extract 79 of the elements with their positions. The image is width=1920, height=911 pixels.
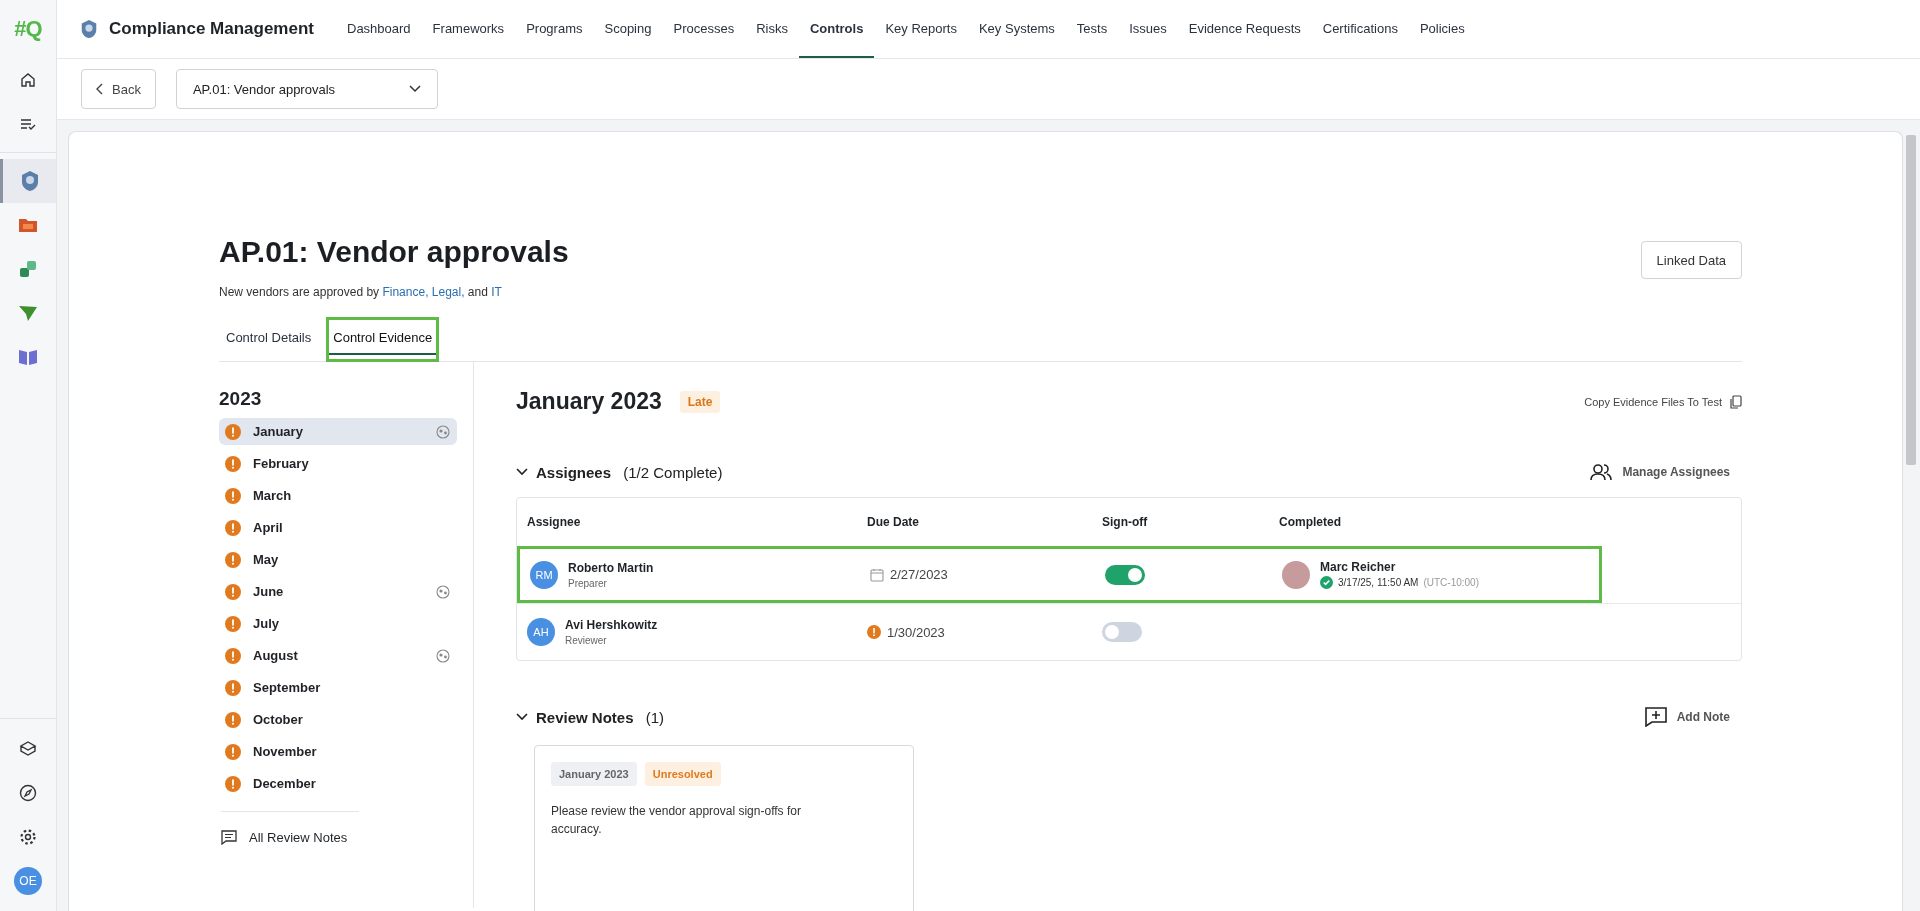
sign-off-toggle[interactable] — [1102, 622, 1142, 642]
copy-icon — [1730, 394, 1742, 409]
all-review-notes-link[interactable]: All Review Notes — [219, 830, 348, 845]
column-header: Completed — [1279, 515, 1342, 529]
month-item[interactable]: January — [219, 418, 457, 445]
nav-tab[interactable]: Key Systems — [967, 0, 1066, 58]
nav-tab[interactable]: Tests — [1065, 0, 1119, 58]
control-description: New vendors are approved by Finance, Legal, and IT — [219, 285, 503, 299]
sign-off-toggle[interactable] — [1105, 564, 1145, 585]
avatar: AH — [527, 618, 555, 646]
nav-tab[interactable]: Risks — [745, 0, 799, 58]
team-link[interactable]: Finance, — [382, 285, 429, 299]
section-toggle[interactable]: Review Notes (1) — [516, 708, 665, 726]
column-header: Assignee — [526, 515, 582, 529]
calendar-icon — [870, 567, 884, 582]
month-item[interactable]: December — [219, 770, 457, 797]
month-item[interactable]: May — [219, 546, 457, 573]
note-text: Please review the vendor approval sign-offs for accuracy. — [551, 803, 802, 838]
assignee-role: Reviewer — [565, 635, 608, 646]
back-button[interactable]: Back — [81, 69, 156, 109]
completed-time: 3/17/25, 11:50 AM — [1338, 577, 1419, 588]
nav-tab[interactable]: Issues — [1118, 0, 1178, 58]
due-date: 2/27/2023 — [890, 567, 948, 582]
add-comment-icon — [1644, 707, 1667, 727]
control-title: AP.01: Vendor approvals — [219, 235, 569, 269]
nav-tab[interactable]: Policies — [1408, 0, 1476, 58]
due-date: 1/30/2023 — [887, 624, 945, 640]
month-item[interactable]: July — [219, 610, 457, 637]
add-note-link[interactable]: Add Note — [1644, 707, 1730, 727]
nav-tab[interactable]: Controls — [798, 0, 875, 58]
shield-badge-icon[interactable] — [0, 159, 56, 203]
assignee-name: Avi Hershkowitz — [565, 618, 658, 632]
nav-tab[interactable]: Key Reports — [874, 0, 968, 58]
linked-data-button[interactable]: Linked Data — [1640, 241, 1742, 279]
comment-icon — [221, 830, 237, 845]
control-dropdown[interactable]: AP.01: Vendor approvals — [175, 69, 438, 109]
nav-tab[interactable]: Processes — [662, 0, 746, 58]
section-toggle[interactable]: Assignees (1/2 Complete) — [516, 463, 723, 481]
nav-tab[interactable]: Programs — [515, 0, 594, 58]
year-heading: 2023 — [219, 388, 263, 410]
nav-tab[interactable]: Frameworks — [421, 0, 516, 58]
period-tag: January 2023 — [551, 762, 637, 786]
completer-name: Marc Reicher — [1320, 560, 1397, 574]
column-header: Sign-off — [1102, 515, 1149, 529]
chevron-down-icon — [516, 468, 528, 476]
month-item[interactable]: October — [219, 706, 457, 733]
team-link[interactable]: IT — [491, 285, 502, 299]
check-circle-icon — [1320, 576, 1333, 589]
month-item[interactable]: March — [219, 482, 457, 509]
chevron-left-icon — [96, 83, 104, 95]
nav-tab[interactable]: Evidence Requests — [1177, 0, 1312, 58]
caret-icon — [408, 85, 421, 93]
nav-tab[interactable]: Dashboard — [336, 0, 422, 58]
nav-tab[interactable]: Certifications — [1311, 0, 1409, 58]
tab[interactable]: Control Details — [222, 324, 316, 355]
column-header: Due Date — [867, 515, 920, 529]
nav-tab[interactable]: Scoping — [593, 0, 663, 58]
period-title: January 2023 — [516, 388, 662, 415]
avatar: RM — [530, 560, 558, 589]
month-item[interactable]: February — [219, 450, 457, 477]
status-tag: Unresolved — [644, 762, 721, 786]
team-link[interactable]: Legal, — [431, 285, 465, 299]
assignee-role: Preparer — [568, 577, 608, 589]
app-title: Compliance Management — [109, 19, 314, 39]
copy-evidence-link[interactable]: Copy Evidence Files To Test — [1584, 394, 1742, 409]
avatar — [1282, 560, 1310, 589]
month-item[interactable]: November — [219, 738, 457, 765]
chevron-down-icon — [516, 713, 528, 721]
manage-assignees-link[interactable]: Manage Assignees — [1590, 463, 1730, 481]
assignee-name: Roberto Martin — [568, 560, 654, 575]
shield-badge-icon — [79, 18, 99, 40]
month-item[interactable]: June — [219, 578, 457, 605]
tab[interactable]: Control Evidence — [329, 324, 437, 355]
status-badge: Late — [679, 390, 721, 413]
people-icon — [1590, 463, 1613, 481]
month-item[interactable]: August — [219, 642, 457, 669]
timezone: (UTC-10:00) — [1423, 577, 1479, 588]
month-item[interactable]: April — [219, 514, 457, 541]
month-item[interactable]: September — [219, 674, 457, 701]
